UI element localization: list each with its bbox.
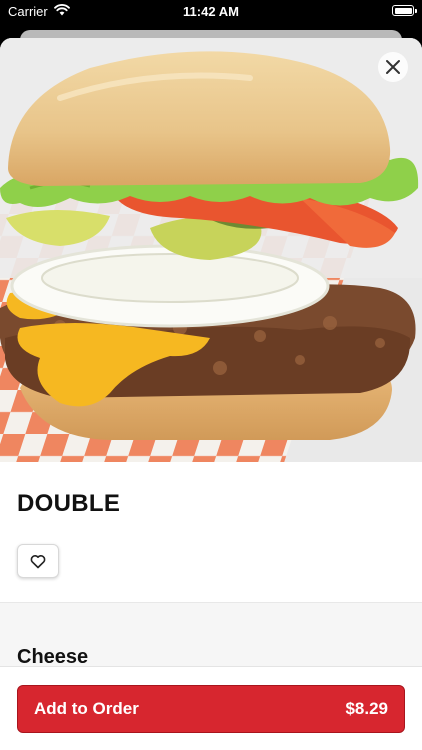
close-icon	[386, 60, 400, 74]
battery-icon	[392, 5, 417, 16]
item-detail-modal: DOUBLE Cheese Add to Order $8.29	[0, 38, 422, 750]
favorite-button[interactable]	[17, 544, 59, 578]
add-to-order-button[interactable]: Add to Order $8.29	[17, 685, 405, 733]
burger-photo	[0, 38, 422, 462]
heart-icon	[30, 554, 46, 568]
status-time: 11:42 AM	[183, 4, 239, 19]
add-to-order-label: Add to Order	[34, 699, 139, 718]
status-bar: Carrier 11:42 AM	[0, 0, 422, 26]
close-button[interactable]	[378, 52, 408, 82]
item-title: DOUBLE	[17, 490, 121, 517]
price-label: $8.29	[345, 699, 388, 718]
order-footer: Add to Order $8.29	[0, 666, 422, 750]
